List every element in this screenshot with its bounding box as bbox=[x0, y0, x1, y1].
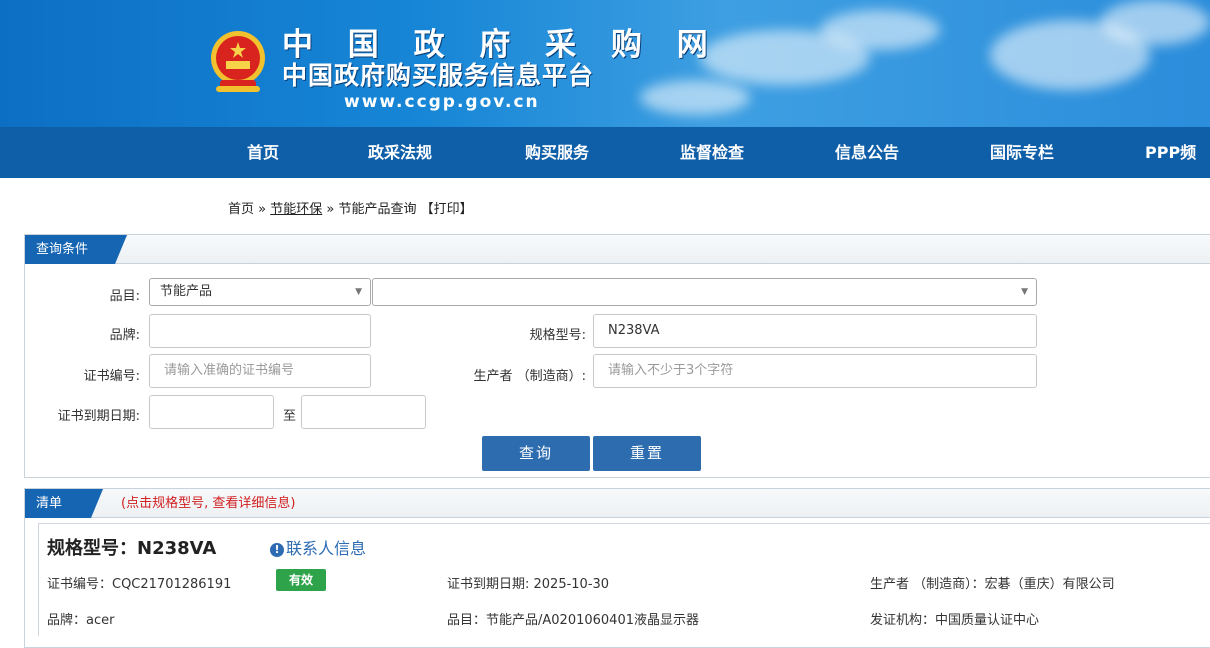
list-tab: 清单 bbox=[25, 489, 103, 518]
category-select-value: 节能产品 bbox=[160, 284, 213, 299]
category-text: 品目：节能产品/A0201060401液晶显示器 bbox=[447, 613, 699, 628]
nav-announcements[interactable]: 信息公告 bbox=[835, 127, 899, 178]
maker-input[interactable]: 请输入不少于3个字符 bbox=[593, 354, 1037, 388]
expiry-end-input[interactable] bbox=[301, 395, 426, 429]
nav-regulations[interactable]: 政采法规 bbox=[368, 127, 432, 178]
search-button[interactable]: 查询 bbox=[482, 436, 590, 471]
breadcrumb-separator: » bbox=[254, 202, 271, 217]
cert-no-text: 证书编号：CQC21701286191 bbox=[47, 577, 232, 592]
nav-purchase-services[interactable]: 购买服务 bbox=[525, 127, 589, 178]
model-label: 规格型号: bbox=[529, 328, 586, 343]
maker-text: 生产者 （制造商）：宏碁（重庆）有限公司 bbox=[870, 577, 1115, 592]
expiry-label: 证书到期日期: bbox=[57, 409, 140, 424]
chevron-down-icon: ▼ bbox=[1021, 287, 1028, 297]
contact-info-label: 联系人信息 bbox=[286, 539, 367, 558]
breadcrumb-section-link[interactable]: 节能环保 bbox=[270, 202, 322, 217]
to-label: 至 bbox=[282, 409, 296, 424]
model-title-link[interactable]: 规格型号：N238VA bbox=[47, 534, 216, 560]
status-badge: 有效 bbox=[276, 569, 326, 591]
nav-supervision[interactable]: 监督检查 bbox=[680, 127, 744, 178]
expiry-text: 证书到期日期: 2025-10-30 bbox=[447, 577, 610, 592]
query-panel-header: 查询条件 bbox=[25, 235, 1210, 264]
site-subtitle: 中国政府购买服务信息平台 bbox=[282, 61, 595, 90]
cert-no-label: 证书编号: bbox=[83, 369, 140, 384]
breadcrumb-separator: » bbox=[322, 202, 339, 217]
info-icon: ! bbox=[270, 543, 284, 557]
query-conditions-tab: 查询条件 bbox=[25, 235, 127, 264]
site-url: www.ccgp.gov.cn bbox=[344, 92, 540, 112]
issuer-text: 发证机构：中国质量认证中心 bbox=[870, 613, 1040, 628]
breadcrumb-home[interactable]: 首页 bbox=[228, 202, 254, 217]
breadcrumb-current: 节能产品查询 bbox=[338, 202, 417, 217]
result-panel-header: 清单 (点击规格型号, 查看详细信息) bbox=[25, 489, 1210, 518]
contact-info-link[interactable]: ! 联系人信息 bbox=[270, 535, 366, 559]
nav-international[interactable]: 国际专栏 bbox=[990, 127, 1054, 178]
nav-ppp[interactable]: PPP频道 bbox=[1145, 127, 1210, 213]
list-hint: (点击规格型号, 查看详细信息) bbox=[121, 496, 296, 511]
national-emblem-icon bbox=[211, 31, 265, 92]
reset-button[interactable]: 重置 bbox=[593, 436, 701, 471]
category-select[interactable]: 节能产品 ▼ bbox=[149, 278, 371, 306]
site-title: 中 国 政 府 采 购 网 bbox=[282, 27, 720, 63]
main-nav: 首页 政采法规 购买服务 监督检查 信息公告 国际专栏 PPP频道 bbox=[0, 127, 1210, 213]
nav-home[interactable]: 首页 bbox=[247, 127, 279, 178]
print-link[interactable]: 【打印】 bbox=[421, 202, 473, 217]
brand-label: 品牌: bbox=[109, 328, 140, 343]
brand-input[interactable] bbox=[149, 314, 371, 348]
subcategory-select[interactable]: ▼ bbox=[372, 278, 1037, 306]
brand-text: 品牌：acer bbox=[47, 613, 115, 628]
maker-label: 生产者 （制造商）: bbox=[473, 369, 586, 384]
breadcrumb: 首页 » 节能环保 » 节能产品查询 【打印】 bbox=[228, 198, 473, 217]
category-label: 品目: bbox=[109, 289, 140, 304]
site-banner: 中 国 政 府 采 购 网 中国政府购买服务信息平台 www.ccgp.gov.… bbox=[0, 0, 1210, 127]
cert-no-input[interactable]: 请输入准确的证书编号 bbox=[149, 354, 371, 388]
model-input[interactable]: N238VA bbox=[593, 314, 1037, 348]
expiry-start-input[interactable] bbox=[149, 395, 274, 429]
chevron-down-icon: ▼ bbox=[355, 287, 362, 297]
